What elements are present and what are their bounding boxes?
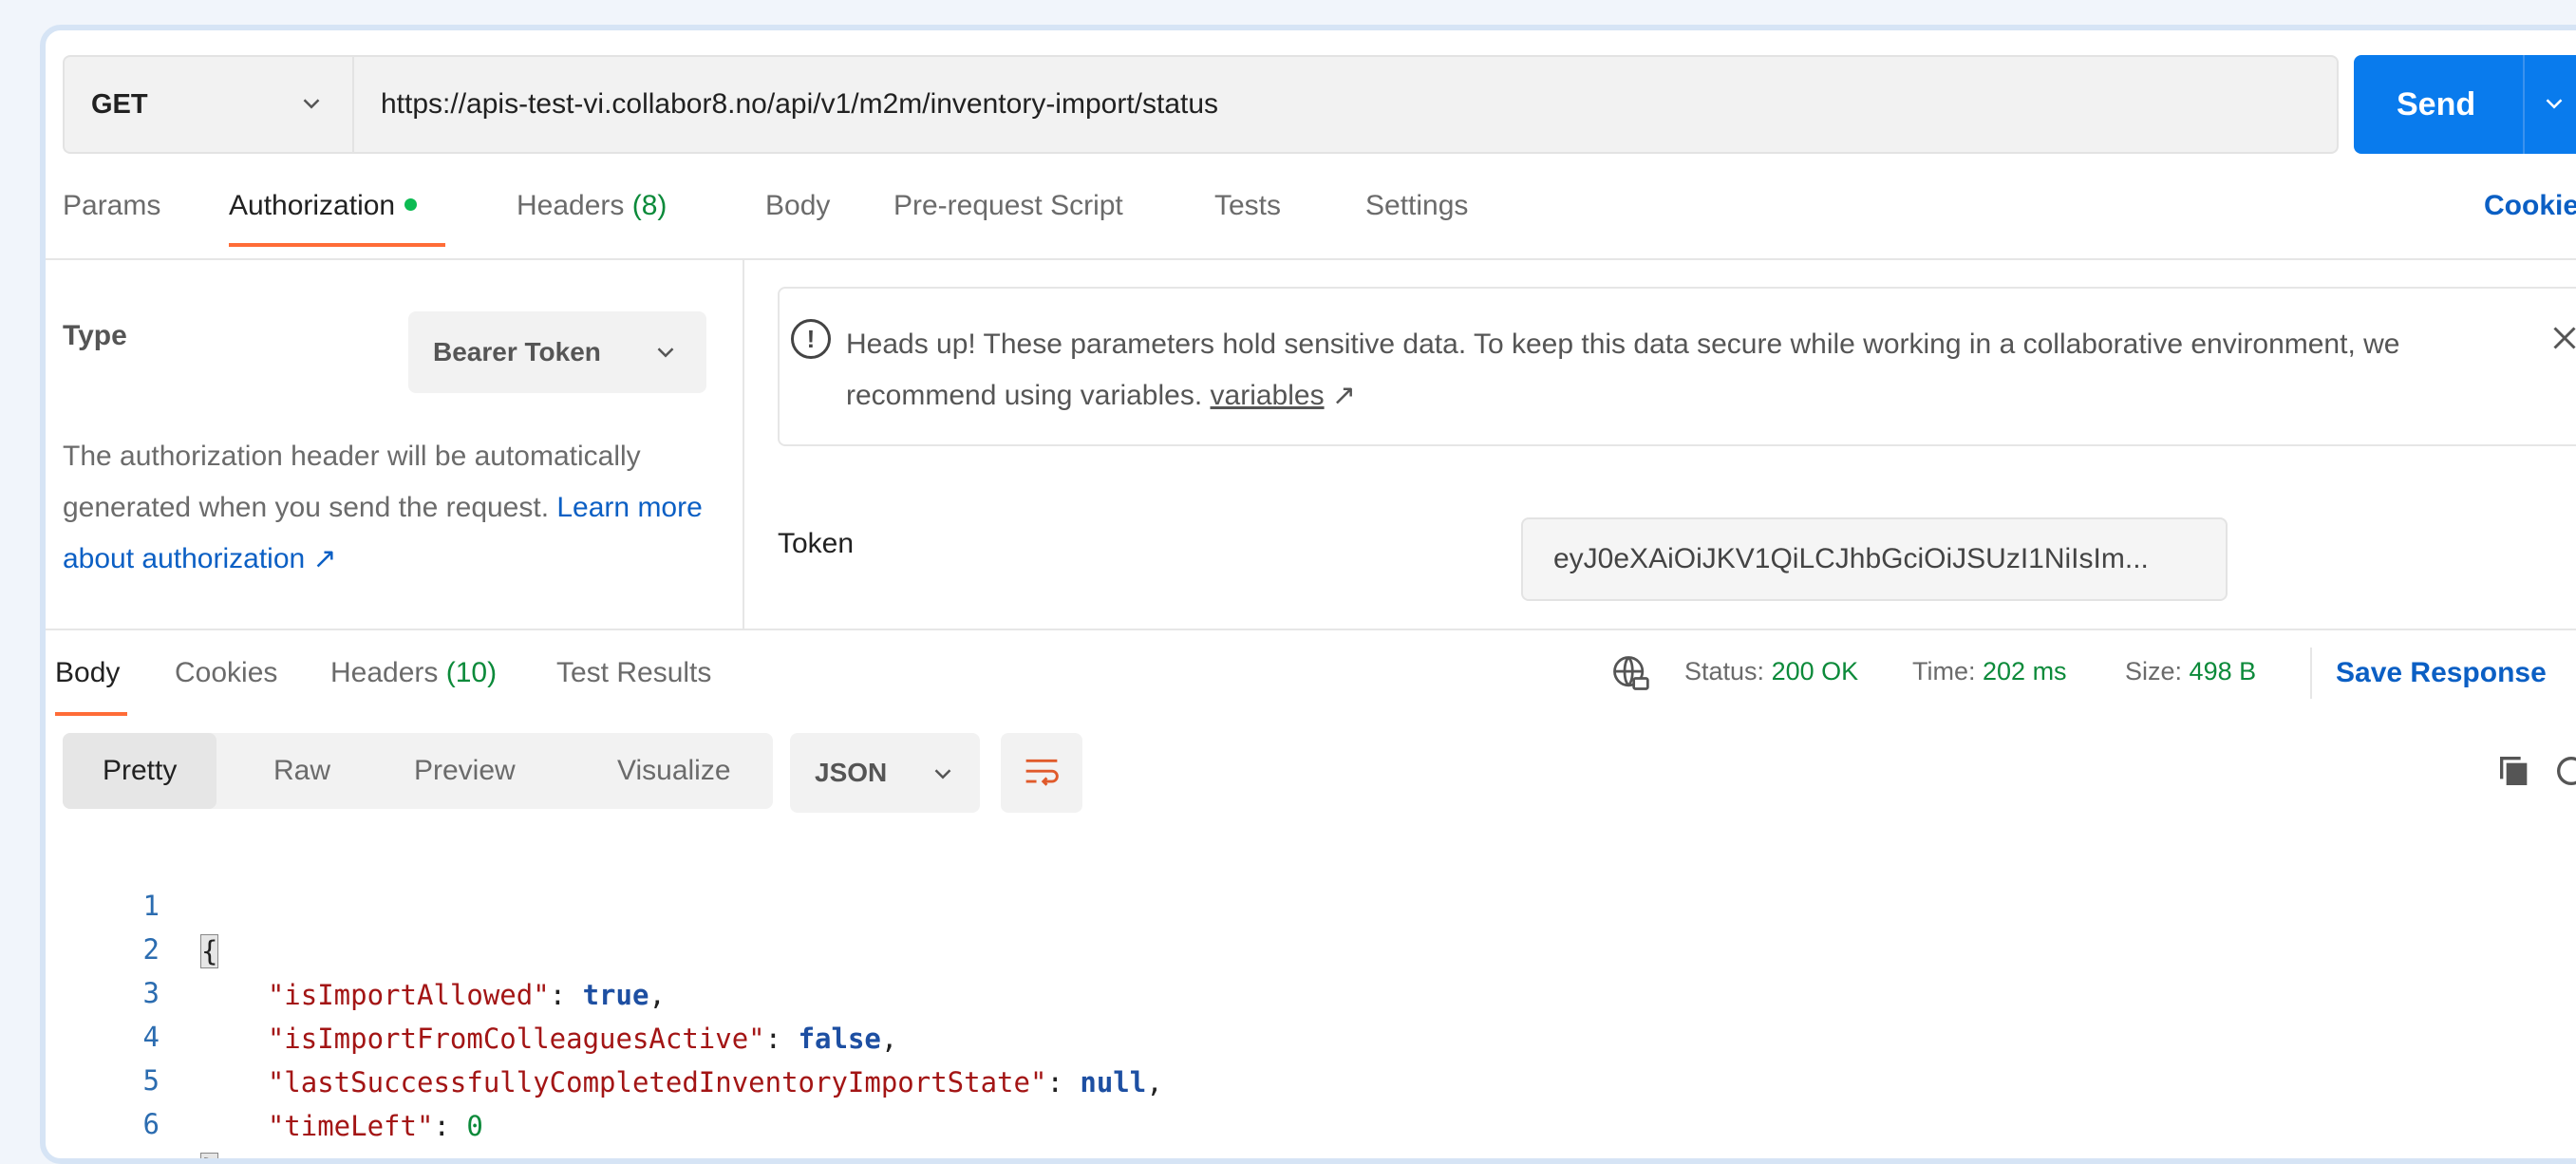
tab-pre-request-script[interactable]: Pre-request Script: [893, 190, 1123, 222]
json-key: "timeLeft": [267, 1110, 434, 1142]
view-mode-segmented: Pretty Raw Preview Visualize: [63, 733, 773, 809]
json-key: "isImportAllowed": [267, 979, 550, 1011]
token-ellipsis: ...: [2124, 543, 2149, 574]
alert-message: Heads up! These parameters hold sensitiv…: [846, 329, 2400, 411]
response-tab-headers-label: Headers: [330, 657, 439, 688]
code-line: 2 "isImportAllowed": true,: [46, 881, 666, 1011]
code-line: 3 "isImportFromColleaguesActive": false,: [46, 925, 898, 1055]
external-link-icon: ↗: [1331, 380, 1357, 411]
request-response-divider: [46, 629, 2576, 630]
search-icon[interactable]: [2552, 752, 2576, 790]
time-value[interactable]: 202 ms: [1983, 657, 2067, 685]
save-response-button[interactable]: Save Response: [2336, 657, 2547, 689]
tab-headers[interactable]: Headers (8): [517, 190, 667, 222]
close-brace: }: [199, 1153, 219, 1158]
tab-tests[interactable]: Tests: [1214, 190, 1281, 222]
info-icon: !: [791, 319, 831, 359]
url-input[interactable]: https://apis-test-vi.collabor8.no/api/v1…: [352, 55, 2339, 154]
type-label: Type: [63, 320, 127, 351]
json-value: null: [1080, 1066, 1147, 1098]
line-number: 6: [142, 1108, 160, 1140]
tab-authorization[interactable]: Authorization: [229, 190, 418, 222]
time-meta: Time: 202 ms: [1912, 657, 2067, 686]
auth-description-text: The authorization header will be automat…: [63, 441, 641, 523]
response-tab-headers-count: (10): [445, 657, 498, 688]
url-text: https://apis-test-vi.collabor8.no/api/v1…: [381, 88, 1219, 120]
view-raw[interactable]: Raw: [273, 733, 330, 809]
network-globe-icon[interactable]: [1609, 652, 1651, 694]
tab-body[interactable]: Body: [765, 190, 830, 222]
format-select[interactable]: JSON: [790, 733, 980, 813]
wrap-lines-button[interactable]: [1001, 733, 1082, 813]
send-label: Send: [2397, 85, 2476, 122]
tabs-divider: [46, 258, 2576, 260]
variables-link[interactable]: variables: [1211, 380, 1325, 411]
code-line: 6 }: [46, 1056, 219, 1158]
open-brace: {: [199, 934, 219, 968]
postman-window: GET https://apis-test-vi.collabor8.no/ap…: [40, 25, 2576, 1164]
meta-divider: [2310, 648, 2312, 699]
tab-headers-label: Headers: [517, 190, 625, 221]
token-value: eyJ0eXAiOiJKV1QiLCJhbGciOiJSUzI1NiIsIm: [1553, 543, 2125, 574]
request-tabs: Params Authorization Headers (8) Body Pr…: [63, 190, 2576, 258]
auth-type-select[interactable]: Bearer Token: [408, 311, 706, 393]
response-tab-cookies[interactable]: Cookies: [175, 657, 277, 689]
response-tab-body[interactable]: Body: [55, 657, 120, 689]
active-response-tab-underline: [55, 712, 127, 716]
size-meta: Size: 498 B: [2125, 657, 2256, 686]
json-value: 0: [466, 1110, 483, 1142]
view-visualize[interactable]: Visualize: [617, 733, 731, 809]
request-bar: GET https://apis-test-vi.collabor8.no/ap…: [63, 55, 2576, 154]
tab-settings[interactable]: Settings: [1365, 190, 1468, 222]
code-line: 4 "lastSuccessfullyCompletedInventoryImp…: [46, 968, 1163, 1098]
auth-type-value: Bearer Token: [433, 337, 601, 366]
json-key: "lastSuccessfullyCompletedInventoryImpor…: [267, 1066, 1047, 1098]
token-label: Token: [778, 528, 855, 559]
active-dot-icon: [404, 197, 418, 211]
active-tab-underline: [229, 243, 445, 247]
format-value: JSON: [815, 758, 888, 787]
size-value[interactable]: 498 B: [2190, 657, 2257, 685]
method-label: GET: [91, 88, 148, 120]
response-tab-test-results[interactable]: Test Results: [556, 657, 711, 689]
time-label: Time:: [1912, 657, 1976, 685]
chevron-down-icon: [303, 99, 320, 109]
view-preview[interactable]: Preview: [414, 733, 516, 809]
view-pretty[interactable]: Pretty: [63, 733, 217, 809]
tab-headers-count: (8): [631, 190, 668, 221]
token-input[interactable]: eyJ0eXAiOiJKV1QiLCJhbGciOiJSUzI1NiIsIm..…: [1521, 517, 2228, 601]
code-line: 5 "timeLeft": 0: [46, 1012, 483, 1142]
close-icon[interactable]: [2548, 321, 2576, 355]
cookies-link[interactable]: Cookie: [2484, 190, 2576, 222]
status-meta: Status: 200 OK: [1684, 657, 1858, 686]
wrap-lines-icon: [1025, 759, 1059, 786]
status-label: Status:: [1684, 657, 1765, 685]
chevron-down-icon[interactable]: [2540, 89, 2568, 118]
auth-description: The authorization header will be automat…: [63, 431, 765, 585]
send-button[interactable]: Send: [2354, 55, 2576, 154]
method-select[interactable]: GET: [63, 55, 352, 154]
tab-params[interactable]: Params: [63, 190, 160, 222]
json-key: "isImportFromColleaguesActive": [267, 1023, 765, 1055]
json-value: false: [798, 1023, 881, 1055]
chevron-down-icon: [657, 347, 674, 358]
status-value[interactable]: 200 OK: [1772, 657, 1859, 685]
response-tab-headers[interactable]: Headers (10): [330, 657, 497, 689]
size-label: Size:: [2125, 657, 2183, 685]
code-line: 1 {: [46, 837, 219, 968]
alert-text: Heads up! These parameters hold sensitiv…: [846, 319, 2460, 422]
send-divider: [2523, 55, 2525, 154]
tab-authorization-label: Authorization: [229, 190, 396, 221]
chevron-down-icon: [934, 769, 951, 779]
sensitive-data-alert: ! Heads up! These parameters hold sensit…: [778, 287, 2576, 446]
json-value: true: [582, 979, 649, 1011]
copy-icon[interactable]: [2495, 752, 2533, 790]
